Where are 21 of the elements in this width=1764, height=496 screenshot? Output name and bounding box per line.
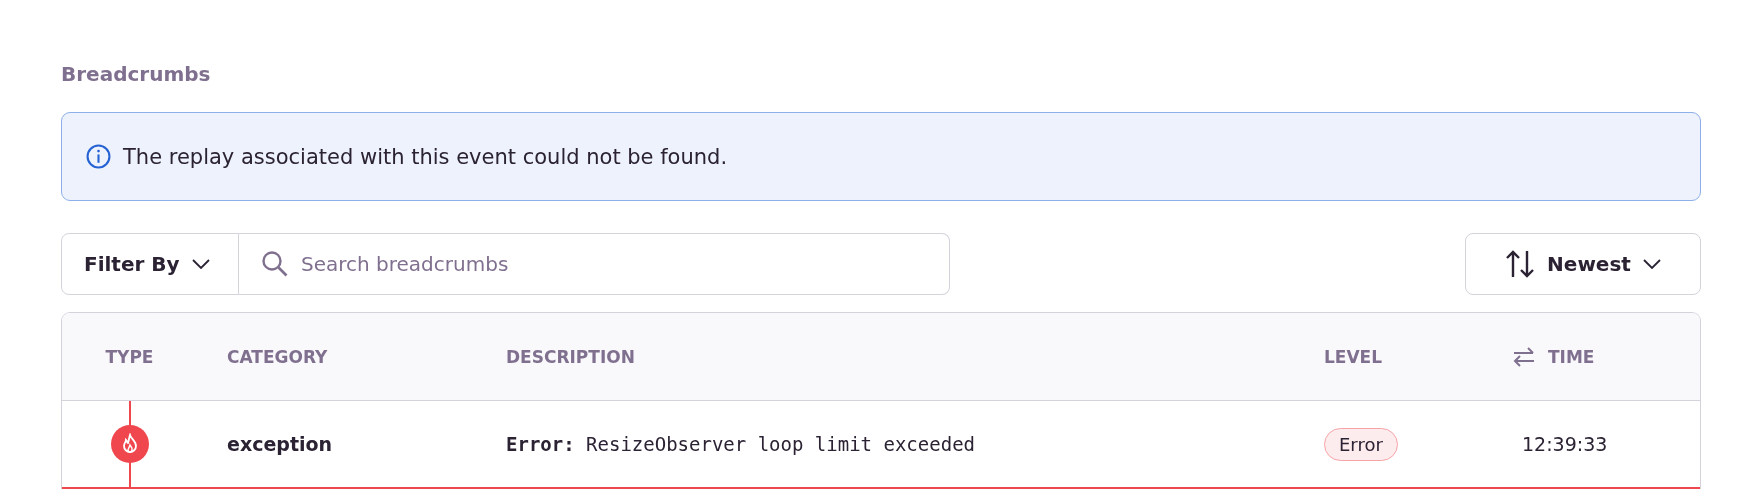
column-header[interactable]: TIME <box>1482 346 1595 367</box>
sort-icon <box>1505 249 1536 279</box>
column-header: DESCRIPTION <box>505 346 635 367</box>
description-cell-text: Error: ResizeObserver loop limit exceeded <box>505 433 975 455</box>
column-header: TYPE <box>105 346 154 367</box>
search-input[interactable]: Search breadcrumbs <box>299 251 927 277</box>
chevron-down-icon <box>191 259 210 269</box>
column-header: CATEGORY <box>226 346 328 367</box>
sort-dropdown[interactable]: Newest <box>1465 233 1701 295</box>
section-title: Breadcrumbs <box>61 62 211 86</box>
chevron-down-icon <box>1642 259 1661 269</box>
filter-dropdown[interactable]: Filter By <box>61 233 239 295</box>
swap-icon <box>1512 346 1536 367</box>
level-tag: Error <box>1324 427 1398 461</box>
time-cell-text: 12:39:33 <box>1521 433 1608 455</box>
alert-message: The replay associated with this event could not be found. <box>123 144 728 169</box>
category-cell-text: exception <box>226 433 333 455</box>
info-icon <box>86 144 111 169</box>
search-field[interactable]: Search breadcrumbs <box>239 233 950 295</box>
search-icon <box>261 250 289 278</box>
column-header: LEVEL <box>1323 346 1383 367</box>
